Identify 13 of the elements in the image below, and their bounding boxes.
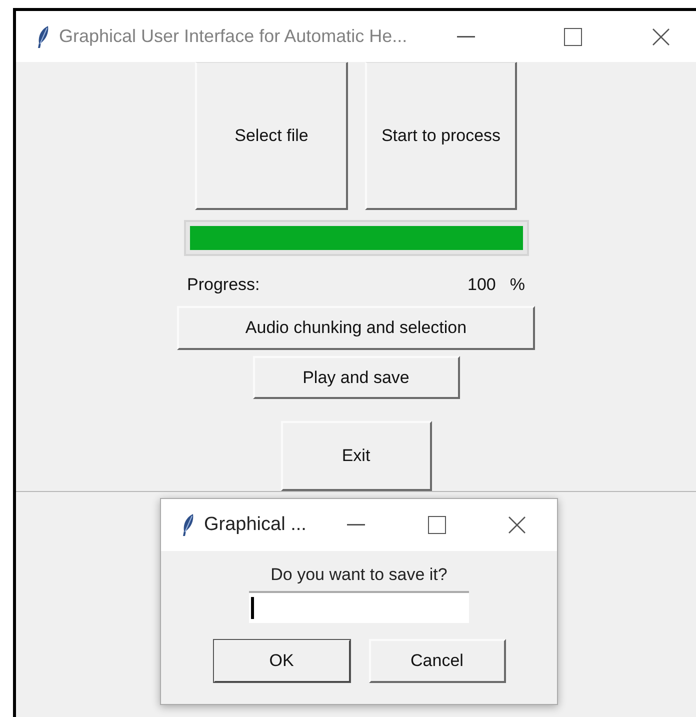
dialog-message: Do you want to save it? bbox=[270, 565, 448, 585]
process-button[interactable]: Start to process bbox=[365, 62, 517, 210]
select-file-button[interactable]: Select file bbox=[195, 62, 348, 210]
ok-button[interactable]: OK bbox=[212, 639, 350, 683]
progress-value: 100 bbox=[468, 275, 496, 295]
window-title: Graphical ... bbox=[204, 514, 306, 536]
progress-unit: % bbox=[510, 275, 525, 295]
cancel-button[interactable]: Cancel bbox=[368, 639, 506, 683]
chunking-button[interactable]: Audio chunking and selection bbox=[177, 306, 535, 350]
play-save-button[interactable]: Play and save bbox=[252, 356, 460, 399]
exit-button[interactable]: Exit bbox=[280, 421, 432, 491]
window-title: Graphical User Interface for Automatic He... bbox=[59, 26, 408, 47]
progress-label: Progress: bbox=[187, 275, 260, 295]
